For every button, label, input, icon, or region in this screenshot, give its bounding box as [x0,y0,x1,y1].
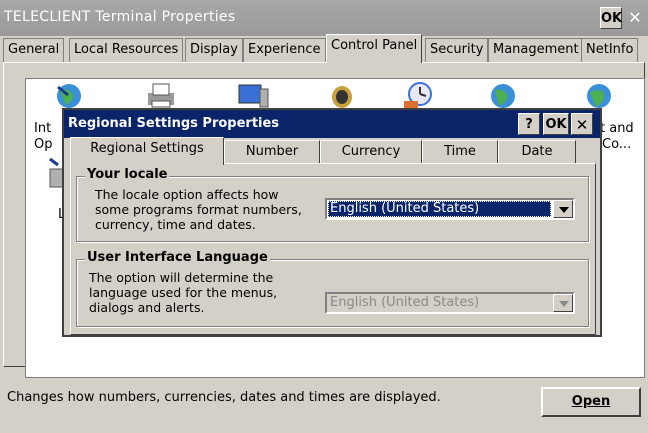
tab-local-resources[interactable]: Local Resources [69,38,184,62]
internet-options-icon[interactable] [52,81,86,111]
tab-time[interactable]: Time [422,140,498,164]
tab-date[interactable]: Date [498,140,576,164]
window-title-bar: TELECLIENT Terminal Properties OK ✕ [0,0,648,36]
ui-language-description: The option will determine the language u… [89,270,278,315]
display-icon[interactable] [236,81,270,111]
your-locale-title: Your locale [85,167,170,182]
partial-label-right-2: Co... [602,137,632,152]
tab-netinfo[interactable]: NetInfo [581,38,639,62]
open-button-label: Open [571,394,611,409]
partial-label-options: Op [34,137,53,152]
dialog-title: Regional Settings Properties [68,116,280,131]
dialog-close-button[interactable]: ✕ [571,113,593,135]
printer-icon[interactable] [144,81,178,111]
date-time-icon[interactable] [402,81,436,111]
tab-number[interactable]: Number [224,140,320,164]
help-button[interactable]: ? [518,113,540,135]
dialog-title-bar: Regional Settings Properties ? OK ✕ [64,110,600,138]
tab-control-panel[interactable]: Control Panel [326,34,423,63]
tab-currency[interactable]: Currency [320,140,422,164]
ui-language-select: English (United States) [325,292,575,314]
ui-language-select-value: English (United States) [330,295,480,310]
locale-select-value: English (United States) [328,201,551,217]
tab-display[interactable]: Display [185,38,243,62]
close-button[interactable]: ✕ [624,7,646,29]
ok-button[interactable]: OK [600,7,622,29]
locale-select[interactable]: English (United States) [325,198,575,220]
sound-icon[interactable] [328,81,362,111]
chevron-down-icon[interactable] [553,200,573,218]
partial-label-internet: Int [34,121,52,136]
dialog-ok-button[interactable]: OK [543,113,569,135]
network-icon[interactable] [486,81,520,111]
open-button[interactable]: Open [541,387,641,417]
ui-language-title: User Interface Language [85,250,270,265]
regional-settings-dialog: Regional Settings Properties ? OK ✕ Regi… [62,108,602,337]
regional-settings-page: Your locale The locale option affects ho… [70,163,596,335]
your-locale-group: Your locale The locale option affects ho… [76,167,589,242]
chevron-down-icon [553,294,573,312]
window-title: TELECLIENT Terminal Properties [4,9,236,25]
tab-regional-settings[interactable]: Regional Settings [70,137,224,165]
partial-label-right: t and [600,121,634,136]
status-text: Changes how numbers, currencies, dates a… [7,390,441,405]
regional-settings-icon[interactable] [582,81,616,111]
your-locale-description: The locale option affects how some progr… [95,187,302,232]
tab-experience[interactable]: Experience [243,38,326,62]
tab-management[interactable]: Management [488,38,584,62]
tab-general[interactable]: General [3,38,65,62]
tab-security[interactable]: Security [425,38,489,62]
ui-language-group: User Interface Language The option will … [76,250,589,327]
